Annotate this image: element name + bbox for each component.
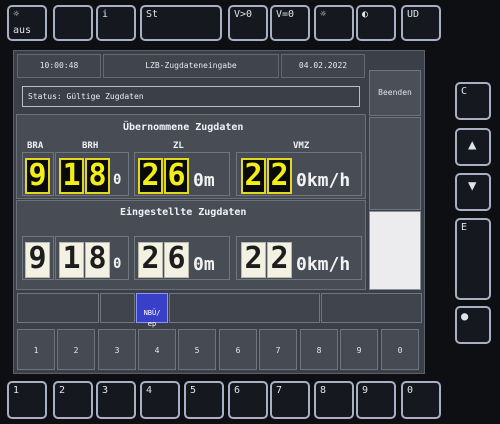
hw-key-label: 8 <box>320 385 327 396</box>
enter-label: E <box>461 222 468 233</box>
nbu-ep-softkey[interactable]: NBÜ/ ep <box>136 293 168 328</box>
ud-label: UD <box>407 9 420 20</box>
date: 04.02.2022 <box>281 54 365 78</box>
clear-button[interactable]: C <box>455 82 491 120</box>
adopted-title: Übernommene Zugdaten <box>123 122 244 133</box>
info-button[interactable]: i <box>96 5 136 41</box>
adopted-vmz-digit-2: 2 <box>267 158 292 194</box>
hw-key-2[interactable]: 2 <box>53 381 93 419</box>
adopted-vmz-unit: 0km/h <box>296 170 351 191</box>
hw-key-label: 9 <box>362 385 369 396</box>
contrast-icon: ◐ <box>362 9 369 20</box>
dot-icon: ● <box>461 309 469 323</box>
v-greater-zero-button[interactable]: V>0 <box>228 5 268 41</box>
screen-key-3[interactable]: 3 <box>98 329 136 370</box>
hw-key-3[interactable]: 3 <box>96 381 136 419</box>
set-zl-digit-1[interactable]: 2 <box>138 242 163 278</box>
hw-key-label: 1 <box>13 385 20 396</box>
screen-key-9[interactable]: 9 <box>340 329 378 370</box>
brh-label: BRH <box>82 141 99 151</box>
set-vmz-unit: 0km/h <box>296 254 351 275</box>
st-button[interactable]: St <box>140 5 222 41</box>
v-greater-zero-label: V>0 <box>234 9 253 20</box>
slot-5[interactable] <box>321 293 422 323</box>
arrow-down-icon: ▼ <box>468 178 477 194</box>
ud-button[interactable]: UD <box>401 5 441 41</box>
hw-key-label: 0 <box>407 385 414 396</box>
v-equal-zero-button[interactable]: V=0 <box>270 5 310 41</box>
hw-key-9[interactable]: 9 <box>356 381 396 419</box>
screen-title: LZB-Zugdateneingabe <box>103 54 279 78</box>
adopted-zl-unit: 0m <box>193 170 215 191</box>
hw-key-label: 5 <box>190 385 197 396</box>
hw-key-6[interactable]: 6 <box>228 381 268 419</box>
info-icon: i <box>102 9 109 20</box>
sun-icon: ☼ <box>320 9 327 20</box>
adopted-bra-digit: 9 <box>25 158 50 194</box>
hw-key-label: 4 <box>146 385 153 396</box>
top-blank-button-2[interactable] <box>53 5 93 41</box>
hw-key-label: 3 <box>102 385 109 396</box>
set-zl-digit-2[interactable]: 6 <box>164 242 189 278</box>
clock: 10:00:48 <box>17 54 101 78</box>
screen-key-7[interactable]: 7 <box>259 329 297 370</box>
screen-key-4[interactable]: 4 <box>138 329 176 370</box>
hw-key-5[interactable]: 5 <box>184 381 224 419</box>
set-title: Eingestellte Zugdaten <box>120 207 247 218</box>
screen-key-5[interactable]: 5 <box>178 329 216 370</box>
contrast-button[interactable]: ◐ <box>356 5 396 41</box>
adopted-zl-digit-1: 2 <box>138 158 163 194</box>
hw-key-0[interactable]: 0 <box>401 381 441 419</box>
hw-key-1[interactable]: 1 <box>7 381 47 419</box>
adopted-brh-digit-1: 1 <box>59 158 84 194</box>
brightness-off-button[interactable]: ☼ aus <box>7 5 47 41</box>
set-brh-digit-2[interactable]: 8 <box>85 242 110 278</box>
adopted-vmz-digit-1: 2 <box>241 158 266 194</box>
v-equal-zero-label: V=0 <box>276 9 295 20</box>
hw-key-label: 2 <box>59 385 66 396</box>
brightness-button[interactable]: ☼ <box>314 5 354 41</box>
down-button[interactable]: ▼ <box>455 173 491 211</box>
screen-key-2[interactable]: 2 <box>57 329 95 370</box>
hw-key-8[interactable]: 8 <box>314 381 354 419</box>
clear-label: C <box>461 86 468 97</box>
screen-key-6[interactable]: 6 <box>219 329 257 370</box>
beenden-button[interactable]: Beenden <box>369 70 421 116</box>
up-button[interactable]: ▲ <box>455 128 491 166</box>
adopted-brh-unit: 0 <box>113 172 122 188</box>
hw-key-label: 6 <box>234 385 241 396</box>
side-blank-1[interactable] <box>369 117 421 210</box>
slot-1[interactable] <box>17 293 99 323</box>
zl-label: ZL <box>173 141 184 151</box>
adopted-brh-digit-2: 8 <box>85 158 110 194</box>
set-brh-digit-1[interactable]: 1 <box>59 242 84 278</box>
adopted-zl-digit-2: 6 <box>164 158 189 194</box>
vmz-label: VMZ <box>293 141 310 151</box>
brightness-off-label: aus <box>13 25 32 36</box>
slot-4[interactable] <box>169 293 320 323</box>
st-label: St <box>146 9 159 20</box>
set-zl-unit: 0m <box>193 254 215 275</box>
set-brh-unit: 0 <box>113 256 122 272</box>
screen-key-8[interactable]: 8 <box>300 329 338 370</box>
hw-key-label: 7 <box>276 385 283 396</box>
set-vmz-digit-2[interactable]: 2 <box>267 242 292 278</box>
enter-button[interactable]: E <box>455 218 491 300</box>
screen-key-1[interactable]: 1 <box>17 329 55 370</box>
beenden-label: Beenden <box>378 88 412 97</box>
slot-2[interactable] <box>100 293 135 323</box>
side-scroll-area[interactable] <box>369 211 421 290</box>
arrow-up-icon: ▲ <box>468 137 477 153</box>
status-line: Status: Gültige Zugdaten <box>22 86 360 107</box>
bra-label: BRA <box>27 141 44 151</box>
set-bra-digit[interactable]: 9 <box>25 242 50 278</box>
dot-button[interactable]: ● <box>455 306 491 344</box>
hw-key-7[interactable]: 7 <box>270 381 310 419</box>
screen-key-0[interactable]: 0 <box>381 329 419 370</box>
set-vmz-digit-1[interactable]: 2 <box>241 242 266 278</box>
sun-icon: ☼ <box>13 9 20 20</box>
hw-key-4[interactable]: 4 <box>140 381 180 419</box>
